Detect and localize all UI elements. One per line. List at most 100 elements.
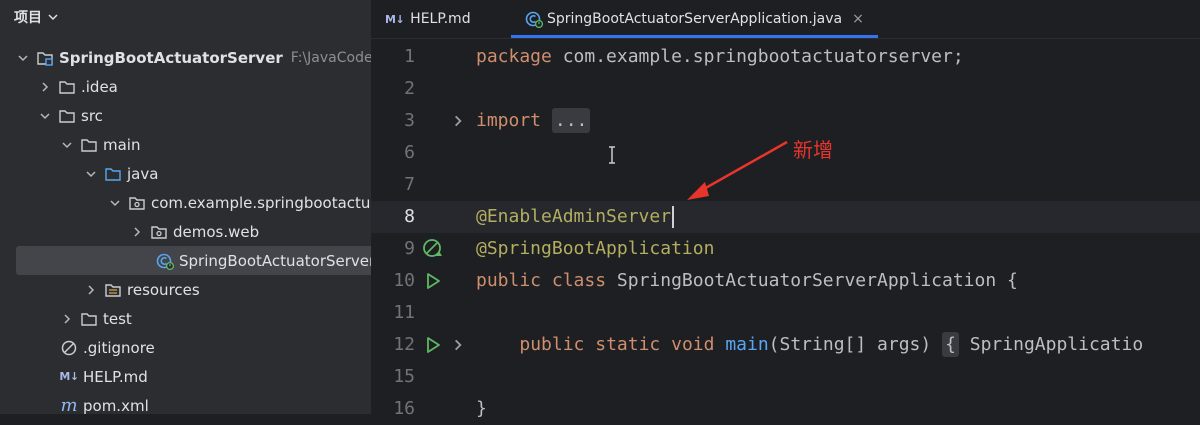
spring-bean-gutter-icon[interactable] (421, 237, 445, 261)
folder-icon (58, 78, 76, 96)
line-number: 6 (404, 142, 415, 163)
mouse-ibeam-cursor-icon (609, 146, 615, 164)
fold-expand-icon[interactable] (451, 338, 465, 352)
tree-item-resources[interactable]: resources (0, 275, 371, 304)
tree-item-label: src (81, 106, 103, 125)
folder-icon (80, 136, 98, 154)
tree-item-label: .idea (81, 77, 118, 96)
code-text: } (476, 398, 487, 419)
tree-item-label: demos.web (173, 222, 260, 241)
project-panel: 项目 SpringBootActuatorServer F:\JavaCode\… (0, 0, 371, 414)
code-line[interactable]: 11 (371, 297, 1200, 329)
line-number: 10 (393, 270, 415, 291)
gitignore-icon (60, 339, 78, 357)
code-text: package com.example.springbootactuatorse… (476, 46, 964, 67)
line-number: 9 (404, 238, 415, 259)
tab-label: HELP.md (410, 11, 471, 27)
close-icon[interactable]: × (852, 11, 864, 27)
code-text: @SpringBootApplication (476, 238, 715, 259)
code-line[interactable]: 10 public class SpringBootActuatorServer… (371, 265, 1200, 297)
code-line[interactable]: 15 (371, 361, 1200, 393)
code-text: import ... (476, 105, 591, 137)
tree-item-java[interactable]: java (0, 159, 371, 188)
tree-item-idea[interactable]: .idea (0, 72, 371, 101)
code-text: public static void main(String[] args) {… (519, 332, 1144, 357)
folder-icon (80, 310, 98, 328)
line-number: 11 (393, 302, 415, 323)
tab-application-java[interactable]: SpringBootActuatorServerApplication.java… (511, 0, 878, 38)
markdown-icon: M↓ (385, 12, 405, 26)
chevron-down-icon[interactable] (84, 167, 98, 181)
tree-item-help-md[interactable]: M↓ HELP.md (0, 362, 371, 391)
tree-item-label: resources (127, 280, 200, 299)
spring-boot-class-icon (525, 10, 543, 28)
line-number: 1 (404, 46, 415, 67)
code-line[interactable]: 2 (371, 73, 1200, 105)
tree-item-test[interactable]: test (0, 304, 371, 333)
package-icon (128, 194, 146, 212)
tree-item-project-root[interactable]: SpringBootActuatorServer F:\JavaCode\Spr (0, 43, 371, 72)
tree-item-application-class[interactable]: SpringBootActuatorServerA (16, 246, 371, 275)
tree-item-main[interactable]: main (0, 130, 371, 159)
project-path: F:\JavaCode\Spr (290, 49, 371, 66)
annotation-arrow-icon (687, 140, 788, 200)
tree-item-demos-web[interactable]: demos.web (0, 217, 371, 246)
line-number: 2 (404, 78, 415, 99)
chevron-right-icon[interactable] (60, 312, 74, 326)
line-number: 3 (404, 110, 415, 131)
line-number: 8 (404, 206, 415, 227)
line-number: 16 (393, 398, 415, 419)
tree-item-label: SpringBootActuatorServer (59, 48, 283, 67)
tab-help-md[interactable]: M↓ HELP.md (385, 0, 471, 38)
tree-item-package[interactable]: com.example.springbootactuat (0, 188, 371, 217)
chevron-down-icon[interactable] (60, 138, 74, 152)
package-icon (150, 223, 168, 241)
code-text: @EnableAdminServer (476, 201, 675, 233)
tree-item-label: pom.xml (83, 396, 149, 415)
editor-tab-bar: M↓ HELP.md SpringBootActuatorServerAppli… (371, 0, 1200, 38)
chevron-down-icon[interactable] (16, 51, 30, 65)
folder-icon (58, 107, 76, 125)
resources-folder-icon (104, 281, 122, 299)
project-panel-header[interactable]: 项目 (14, 6, 58, 28)
chevron-down-icon[interactable] (38, 109, 52, 123)
run-icon[interactable] (423, 271, 443, 291)
tree-item-pom-xml[interactable]: m pom.xml (0, 391, 371, 414)
code-line[interactable]: 9 @SpringBootApplication (371, 233, 1200, 265)
tree-item-gitignore[interactable]: .gitignore (0, 333, 371, 362)
code-line[interactable]: 12 public static void main(String[] args… (371, 329, 1200, 361)
tab-label: SpringBootActuatorServerApplication.java (547, 11, 843, 27)
tab-divider (371, 38, 1200, 39)
tree-item-label: SpringBootActuatorServerA (179, 251, 371, 270)
spring-boot-class-icon (156, 252, 174, 270)
tree-item-label: main (103, 135, 141, 154)
tree-item-label: test (103, 309, 132, 328)
fold-expand-icon[interactable] (451, 114, 465, 128)
line-number: 12 (393, 334, 415, 355)
line-number: 7 (404, 174, 415, 195)
tree-item-label: com.example.springbootactuat (151, 193, 371, 212)
code-editor[interactable]: M↓ HELP.md SpringBootActuatorServerAppli… (371, 0, 1200, 419)
markdown-icon: M↓ (59, 370, 79, 383)
code-line[interactable]: 16 } (371, 393, 1200, 425)
folded-imports: ... (551, 108, 591, 133)
project-panel-title: 项目 (14, 10, 42, 26)
run-icon[interactable] (423, 335, 443, 355)
tree-item-label: .gitignore (83, 338, 155, 357)
chevron-right-icon[interactable] (84, 283, 98, 297)
module-folder-icon (36, 49, 54, 67)
code-text: public class SpringBootActuatorServerApp… (476, 270, 1018, 291)
maven-icon: m (60, 395, 78, 414)
tree-item-label: java (127, 164, 159, 183)
chevron-down-icon (48, 14, 58, 21)
chevron-right-icon[interactable] (130, 225, 144, 239)
folded-method-body: { (942, 332, 959, 357)
code-line[interactable]: 1 package com.example.springbootactuator… (371, 41, 1200, 73)
tree-item-src[interactable]: src (0, 101, 371, 130)
tree-item-label: HELP.md (83, 367, 148, 386)
source-folder-icon (104, 165, 122, 183)
chevron-right-icon[interactable] (38, 80, 52, 94)
line-number: 15 (393, 366, 415, 387)
chevron-down-icon[interactable] (108, 196, 122, 210)
annotation-label: 新增 (793, 138, 833, 162)
